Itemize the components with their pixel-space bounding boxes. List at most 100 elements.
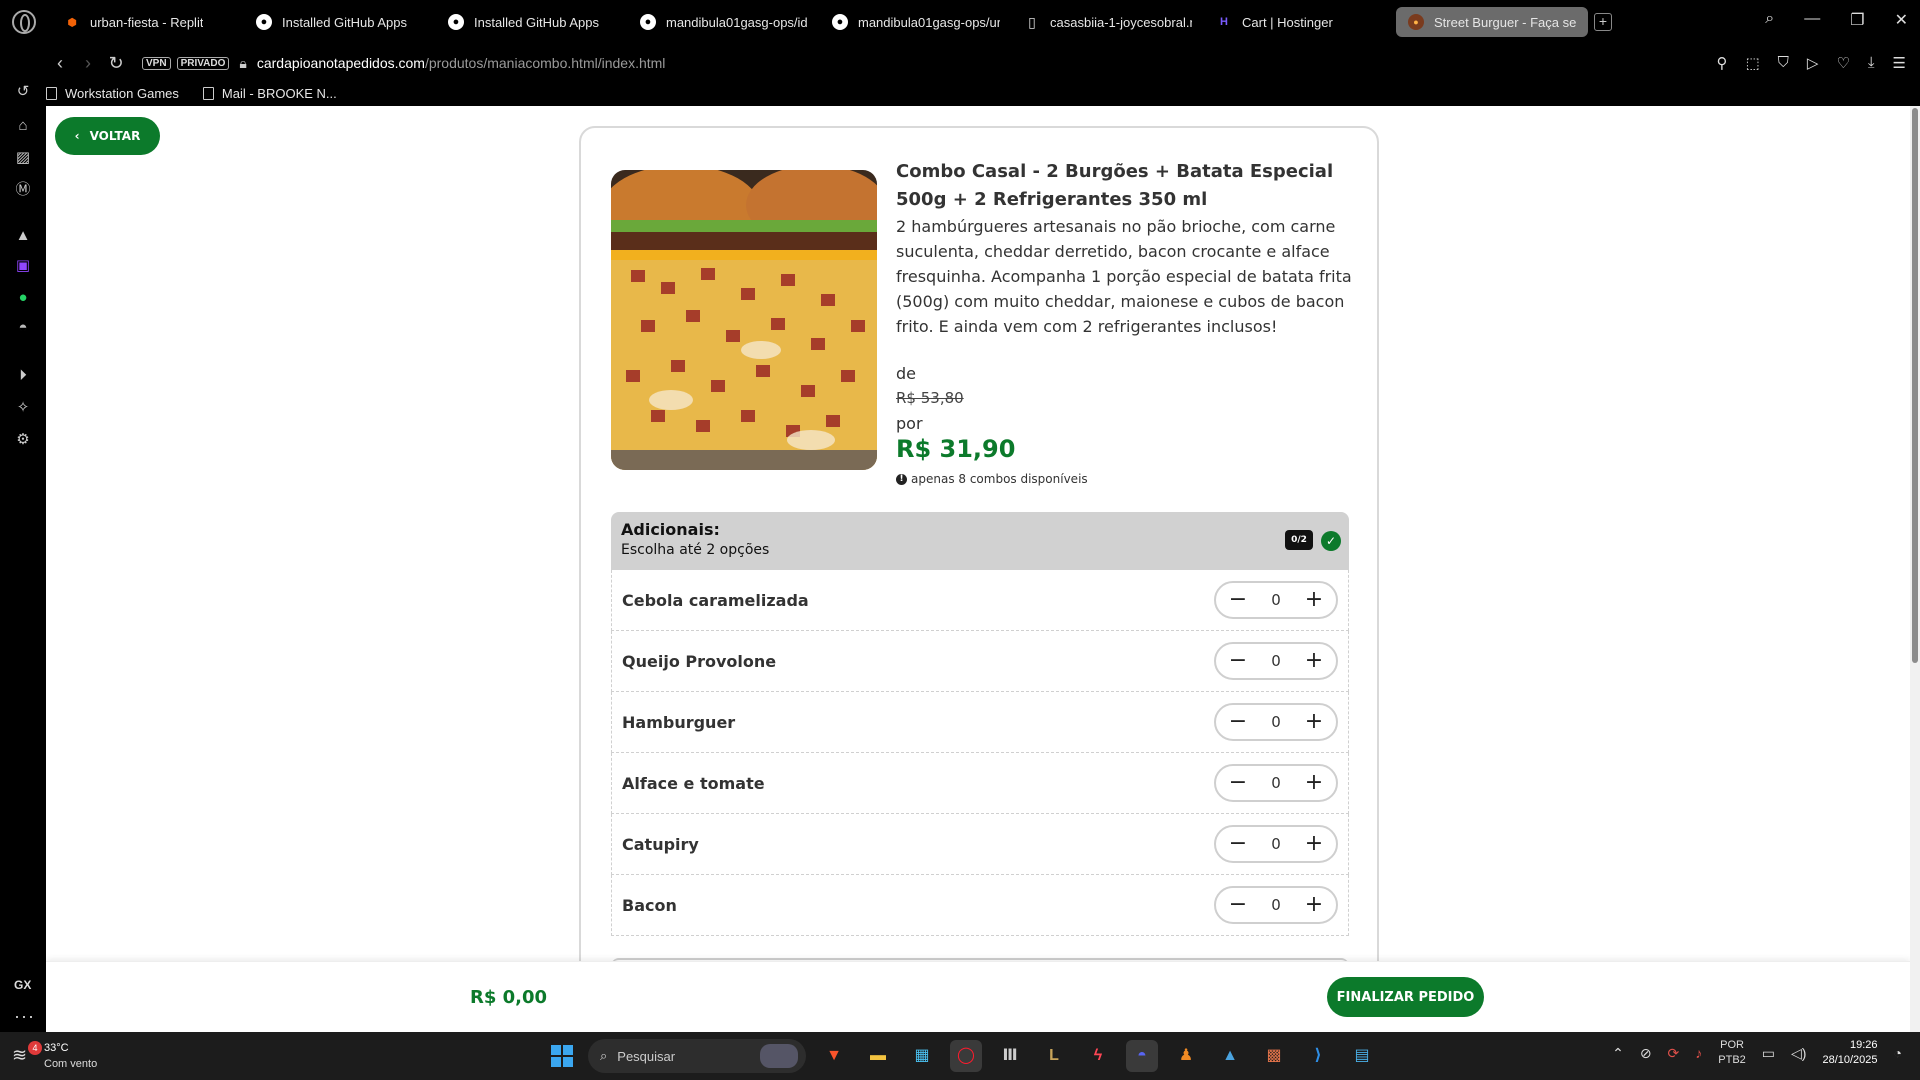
weather-widget[interactable]: ≋ 4 33°C Com vento xyxy=(12,1040,97,1072)
checkout-bar: R$ 0,00 FINALIZAR PEDIDO xyxy=(46,961,1910,1032)
brave-icon[interactable]: ▼ xyxy=(818,1040,850,1072)
voice-app-icon[interactable]: Ⅲ xyxy=(994,1040,1026,1072)
tab-casasbiia[interactable]: ▯ casasbiia-1-joycesobral.n xyxy=(1012,7,1204,37)
chevron-up-icon[interactable]: ⌃ xyxy=(1612,1045,1624,1062)
plus-button[interactable]: + xyxy=(1304,711,1324,733)
scrollbar-thumb[interactable] xyxy=(1912,108,1918,663)
page-scrollbar[interactable] xyxy=(1910,106,1920,1032)
bookmark-workstation-games[interactable]: Workstation Games xyxy=(46,86,179,101)
settings-icon[interactable]: ⚙ xyxy=(13,430,33,450)
combo-photo-icon xyxy=(611,170,877,470)
microphone-app-icon[interactable]: ♟ xyxy=(1170,1040,1202,1072)
minus-button[interactable]: − xyxy=(1228,589,1248,611)
winrar-icon[interactable]: ▩ xyxy=(1258,1040,1290,1072)
minus-button[interactable]: − xyxy=(1228,833,1248,855)
whatsapp-icon[interactable]: ● xyxy=(13,288,33,308)
snapshot-icon[interactable]: ⬚ xyxy=(1745,54,1759,72)
selection-counter-badge: 0/2 xyxy=(1285,530,1313,550)
tab-hostinger[interactable]: H Cart | Hostinger xyxy=(1204,7,1396,37)
stock-notice: ! apenas 8 combos disponíveis xyxy=(896,472,1088,486)
tab-github-apps-1[interactable]: ● Installed GitHub Apps xyxy=(244,7,436,37)
ai-icon[interactable]: ⌂ xyxy=(13,116,33,136)
discord-icon[interactable]: ◓ xyxy=(1126,1040,1158,1072)
discord-icon[interactable]: ◓ xyxy=(13,318,33,338)
url-field[interactable]: cardapioanotapedidos.com/produtos/maniac… xyxy=(257,55,666,71)
more-icon[interactable]: ··· xyxy=(14,1006,35,1027)
language-indicator[interactable]: POR PTB2 xyxy=(1718,1038,1746,1068)
plus-button[interactable]: + xyxy=(1304,833,1324,855)
tab-github-ide[interactable]: ● mandibula01gasg-ops/ide xyxy=(628,7,820,37)
new-tab-button[interactable]: + xyxy=(1594,13,1612,31)
minimize-icon[interactable]: — xyxy=(1804,10,1820,30)
minus-button[interactable]: − xyxy=(1228,772,1248,794)
minus-button[interactable]: − xyxy=(1228,650,1248,672)
extensions-icon[interactable]: ✧ xyxy=(13,398,33,418)
replit-icon: ⬢ xyxy=(67,16,77,29)
wallet-icon[interactable]: ▨ xyxy=(13,148,33,168)
gx-label[interactable]: GX xyxy=(14,978,31,992)
plus-button[interactable]: + xyxy=(1304,589,1324,611)
plus-button[interactable]: + xyxy=(1304,772,1324,794)
file-explorer-icon[interactable]: ▬ xyxy=(862,1040,894,1072)
player-icon[interactable]: ⏵ xyxy=(13,366,33,386)
url-domain: cardapioanotapedidos.com xyxy=(256,55,425,71)
addon-name: Catupiry xyxy=(622,835,699,854)
shield-icon[interactable]: ⛉ xyxy=(1778,54,1789,72)
burger-icon: ● xyxy=(1408,14,1424,30)
notification-bell-icon[interactable]: ◔ xyxy=(1894,1045,1902,1061)
info-icon: ! xyxy=(896,473,907,485)
tab-github-ur[interactable]: ● mandibula01gasg-ops/ur xyxy=(820,7,1012,37)
network-off-icon[interactable]: ⊘ xyxy=(1640,1045,1652,1062)
windows-start-icon[interactable] xyxy=(551,1045,573,1067)
list-item: Catupiry − 0 + xyxy=(611,814,1349,875)
quantity-stepper: − 0 + xyxy=(1214,581,1338,619)
heart-icon[interactable]: ♡ xyxy=(1836,54,1849,72)
pin-icon[interactable]: ⚲ xyxy=(1716,54,1727,72)
history-icon[interactable]: ↺ xyxy=(13,82,33,102)
close-icon[interactable]: ✕ xyxy=(1895,10,1908,30)
league-icon[interactable]: L xyxy=(1038,1040,1070,1072)
tab-github-apps-2[interactable]: ● Installed GitHub Apps xyxy=(436,7,628,37)
product-card: Combo Casal - 2 Burgões + Batata Especia… xyxy=(579,126,1379,1032)
clock[interactable]: 19:26 28/10/2025 xyxy=(1822,1038,1877,1068)
photos-icon[interactable]: ▲ xyxy=(1214,1040,1246,1072)
tab-street-burguer[interactable]: ● Street Burguer - Faça seu xyxy=(1396,7,1588,37)
reload-icon[interactable]: ↻ xyxy=(102,53,130,74)
address-bar: ‹ › ↻ VPN PRIVADO 🔒︎ cardapioanotapedido… xyxy=(46,44,1920,82)
bookmark-mail[interactable]: Mail - BROOKE N... xyxy=(202,86,337,101)
back-arrow-icon[interactable]: ‹ xyxy=(46,53,74,74)
m-icon[interactable]: Ⓜ xyxy=(13,180,33,200)
aria-icon[interactable]: ▲ xyxy=(13,226,33,246)
play-icon[interactable]: ▷ xyxy=(1807,54,1819,72)
menu-icon[interactable]: ☰ xyxy=(1893,54,1906,72)
volume-icon[interactable]: ◁) xyxy=(1791,1045,1806,1062)
opera-gx-icon[interactable]: ◯ xyxy=(950,1040,982,1072)
microphone-icon[interactable]: ♪ xyxy=(1695,1045,1702,1061)
store-icon[interactable]: ▦ xyxy=(906,1040,938,1072)
vscode-icon[interactable]: ⟩ xyxy=(1302,1040,1334,1072)
display-icon[interactable]: ▭ xyxy=(1762,1045,1775,1062)
opera-logo-icon[interactable] xyxy=(12,10,36,34)
download-icon[interactable]: ⤓ xyxy=(1868,54,1875,72)
checkout-button[interactable]: FINALIZAR PEDIDO xyxy=(1327,977,1484,1017)
search-icon: ⌕ xyxy=(600,1048,608,1063)
plus-button[interactable]: + xyxy=(1304,650,1324,672)
lock-icon[interactable]: 🔒︎ xyxy=(239,55,246,72)
taskbar-search[interactable]: ⌕ Pesquisar xyxy=(588,1039,806,1073)
restore-icon[interactable]: ❐ xyxy=(1850,10,1864,30)
back-button[interactable]: ‹ VOLTAR xyxy=(55,117,160,155)
sync-icon[interactable]: ⟳ xyxy=(1668,1045,1680,1062)
notepad-icon[interactable]: ▤ xyxy=(1346,1040,1378,1072)
tab-replit[interactable]: ⬢ urban-fiesta - Replit xyxy=(52,7,244,37)
search-tabs-icon[interactable]: ⌕ xyxy=(1765,10,1774,30)
plus-button[interactable]: + xyxy=(1304,894,1324,916)
private-badge: PRIVADO xyxy=(176,56,230,70)
minus-button[interactable]: − xyxy=(1228,894,1248,916)
minus-button[interactable]: − xyxy=(1228,711,1248,733)
quantity-value: 0 xyxy=(1271,896,1281,914)
valorant-icon[interactable]: ϟ xyxy=(1082,1040,1114,1072)
chevron-left-icon: ‹ xyxy=(74,129,80,143)
forward-arrow-icon[interactable]: › xyxy=(74,53,102,74)
twitch-icon[interactable]: ▣ xyxy=(13,256,33,276)
vpn-badge[interactable]: VPN xyxy=(142,56,171,70)
